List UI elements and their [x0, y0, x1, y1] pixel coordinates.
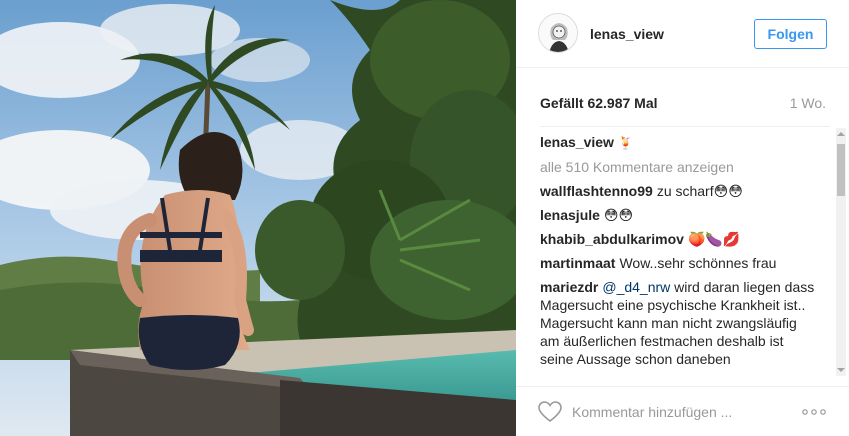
comment-user[interactable]: wallflashtenno99	[540, 183, 653, 199]
follow-button[interactable]: Folgen	[754, 19, 827, 49]
photo-icon	[0, 0, 516, 436]
comment-input[interactable]	[572, 399, 792, 425]
comment-item: khabib_abdulkarimov 🍑🍆💋	[540, 230, 820, 248]
like-button[interactable]	[538, 401, 564, 425]
post-username[interactable]: lenas_view	[590, 26, 664, 42]
scroll-up-arrow[interactable]	[836, 128, 846, 140]
post-footer	[516, 386, 849, 436]
avatar[interactable]	[538, 13, 578, 53]
comment-user[interactable]: mariezdr	[540, 279, 598, 295]
post-photo[interactable]	[0, 0, 516, 436]
comments-section[interactable]: lenas_view 🍹 alle 510 Kommentare anzeigen…	[540, 126, 830, 376]
scroll-down-arrow[interactable]	[836, 364, 846, 376]
scrollbar-thumb[interactable]	[837, 144, 845, 196]
comment-text: Wow..sehr schönnes frau	[619, 255, 777, 271]
chevron-down-icon	[837, 368, 845, 372]
comment-item: lenasjule 😳😳	[540, 206, 820, 224]
caption-user[interactable]: lenas_view	[540, 134, 614, 150]
post-time[interactable]: 1 Wo.	[790, 95, 826, 111]
comment-item: wallflashtenno99 zu scharf😳😳	[540, 182, 820, 200]
comments-list: lenas_view 🍹 alle 510 Kommentare anzeigen…	[540, 133, 820, 374]
post-side-panel: lenas_view Folgen Gefällt 62.987 Mal 1 W…	[516, 0, 849, 436]
comment-user[interactable]: martinmaat	[540, 255, 615, 271]
caption: lenas_view 🍹	[540, 133, 820, 152]
avatar-icon	[539, 14, 577, 52]
comment-text: zu scharf😳😳	[656, 183, 743, 199]
comment-text: 🍑🍆💋	[687, 231, 741, 247]
comment-user[interactable]: lenasjule	[540, 207, 600, 223]
chevron-up-icon	[837, 132, 845, 136]
comment-item: martinmaat Wow..sehr schönnes frau	[540, 254, 820, 272]
more-icon	[802, 409, 826, 415]
post-stats: Gefällt 62.987 Mal 1 Wo.	[540, 95, 826, 115]
load-more-comments-link[interactable]: alle 510 Kommentare anzeigen	[540, 158, 820, 176]
comment-mention[interactable]: @_d4_nrw	[602, 279, 670, 295]
comment-user[interactable]: khabib_abdulkarimov	[540, 231, 684, 247]
heart-icon	[538, 401, 562, 423]
more-options-button[interactable]	[800, 401, 828, 423]
comments-scrollbar[interactable]	[836, 128, 846, 376]
caption-text: 🍹	[617, 136, 633, 150]
post-header: lenas_view Folgen	[516, 0, 849, 68]
comment-text: 😳😳	[603, 207, 634, 223]
comment-item: mariezdr @_d4_nrw wird daran liegen dass …	[540, 278, 820, 368]
likes-count[interactable]: Gefällt 62.987 Mal	[540, 95, 658, 111]
